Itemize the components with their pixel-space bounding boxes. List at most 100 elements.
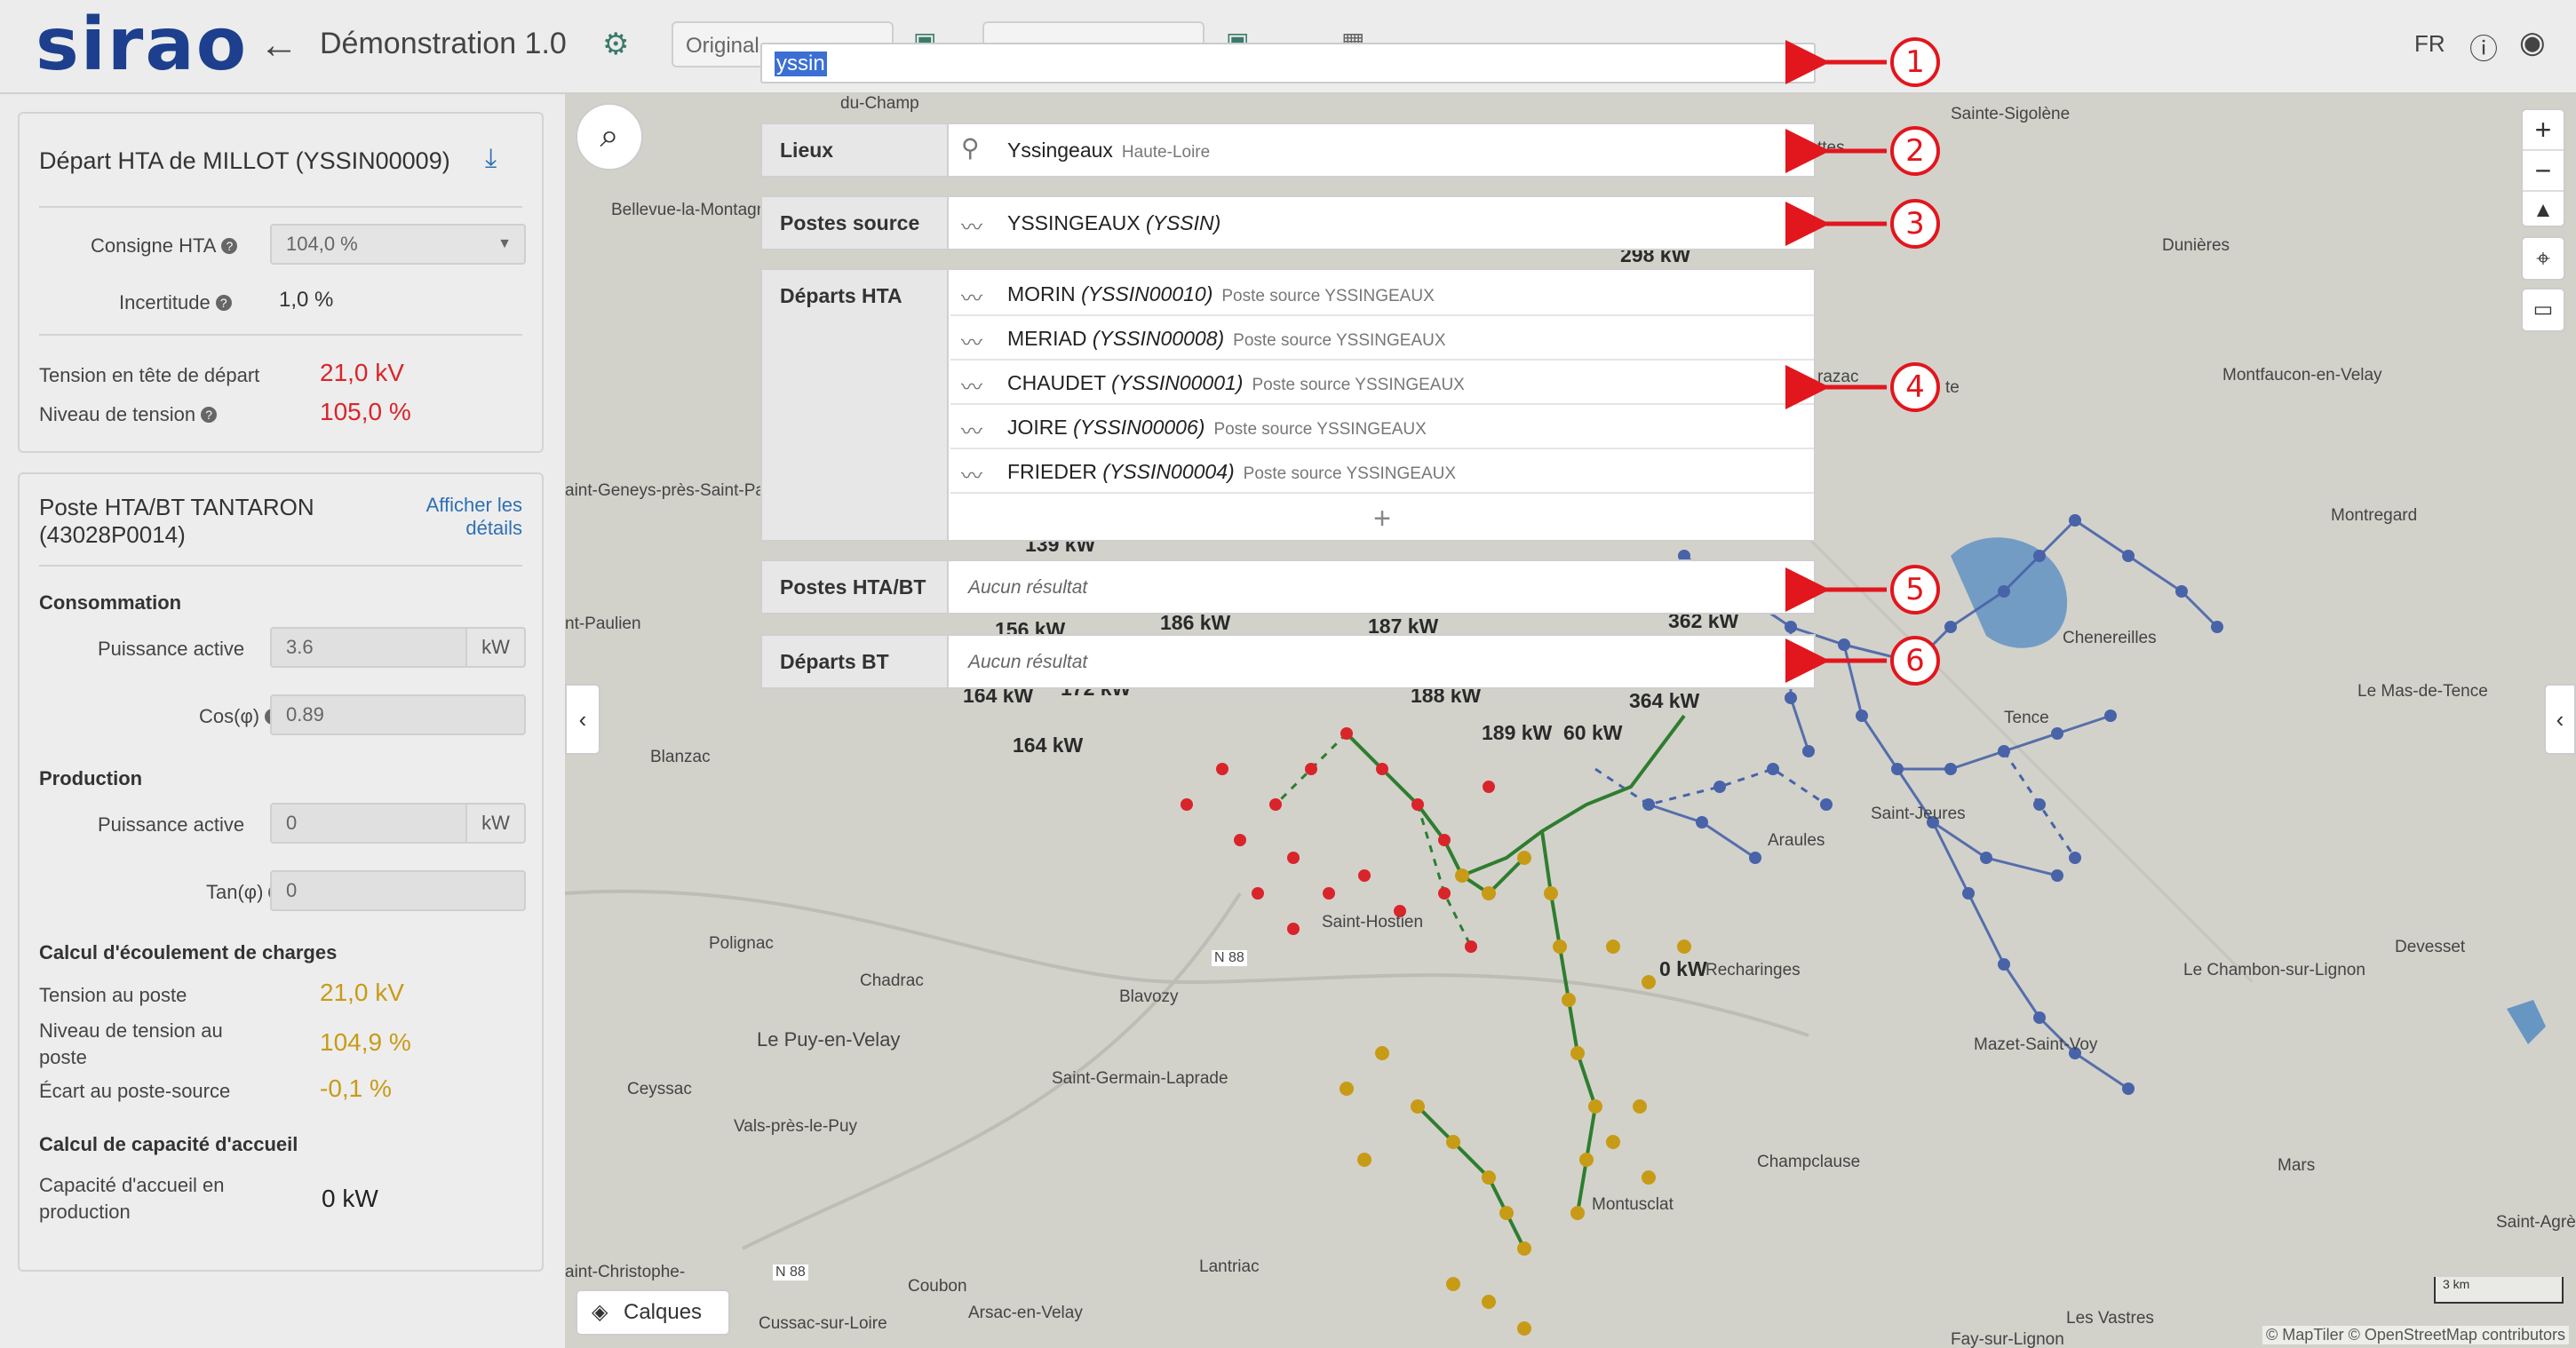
- results-departs-hta: Départs HTA 〰 MORIN (YSSIN00010) Poste so…: [760, 268, 1816, 542]
- result-name: YSSINGEAUX (YSSIN): [1007, 211, 1221, 234]
- line-icon: 〰: [961, 331, 982, 355]
- result-item[interactable]: 〰 JOIRE (YSSIN00006) Poste source YSSINGE…: [950, 405, 1814, 449]
- place-label: Champclause: [1757, 1153, 1861, 1171]
- search-query[interactable]: yssin: [775, 52, 827, 76]
- callout-2: 2: [1890, 126, 1940, 176]
- group-label: Postes HTA/BT: [762, 561, 949, 613]
- results-lieux: Lieux ⚲ Yssingeaux Haute-Loire: [760, 123, 1816, 178]
- niveau-poste-label: Niveau de tension au poste: [39, 1019, 223, 1068]
- place-label: Mazet-Saint-Voy: [1974, 1035, 2098, 1054]
- user-account-icon[interactable]: ◉: [2519, 25, 2546, 60]
- place-label: Montusclat: [1592, 1195, 1674, 1214]
- road-label: N 88: [773, 1265, 808, 1281]
- ecoulement-heading: Calcul d'écoulement de charges: [39, 941, 338, 963]
- help-icon[interactable]: ⓘ: [2469, 27, 2498, 67]
- place-label: Les Vastres: [2066, 1309, 2154, 1328]
- unit-kw: kW: [465, 627, 526, 668]
- divider: [39, 565, 522, 567]
- search-icon[interactable]: ⌕: [1785, 46, 1801, 80]
- power-label: 60 kW: [1563, 721, 1623, 744]
- left-sidebar: Départ HTA de MILLOT (YSSIN00009) ⤓ Cons…: [0, 94, 565, 1348]
- tension-value: 21,0 kV: [320, 359, 404, 386]
- back-arrow-icon[interactable]: ←: [259, 23, 298, 67]
- niveau-poste-value: 104,9 %: [320, 1028, 411, 1056]
- ecart-value: -0,1 %: [320, 1074, 392, 1102]
- consommation-heading: Consommation: [39, 591, 182, 614]
- place-label: Saint-Jeures: [1871, 805, 1966, 823]
- result-item[interactable]: 〰 MORIN (YSSIN00010) Poste source YSSINGE…: [950, 272, 1814, 316]
- add-layer-icon: +: [634, 1343, 647, 1348]
- compass-icon[interactable]: ▲: [2523, 190, 2564, 229]
- place-label: Araules: [1768, 831, 1825, 850]
- line-icon: 〰: [961, 464, 982, 488]
- results-departs-bt: Départs BT Aucun résultat: [760, 634, 1816, 689]
- help-icon[interactable]: ?: [221, 238, 238, 254]
- capacite-label: Capacité d'accueil en production: [39, 1174, 225, 1223]
- collapse-sidebar-button[interactable]: ‹: [565, 684, 600, 755]
- layers-icon: ◈: [592, 1300, 608, 1324]
- callout-1: 1: [1890, 37, 1940, 87]
- result-item[interactable]: ⚲ Yssingeaux Haute-Loire: [950, 128, 1814, 172]
- no-result-text: Aucun résultat: [968, 577, 1088, 598]
- language-selector[interactable]: FR: [2414, 30, 2445, 58]
- prod-puissance-label: Puissance active: [98, 813, 245, 836]
- place-label: Saint-Hostien: [1322, 913, 1424, 932]
- group-label: Postes source: [762, 197, 949, 249]
- download-icon[interactable]: ⤓: [485, 144, 497, 174]
- depart-title: Départ HTA de MILLOT (YSSIN00009): [39, 147, 450, 174]
- layers-label: Calques: [624, 1300, 703, 1324]
- network-icon[interactable]: ⚙: [602, 27, 629, 62]
- place-label: Chadrac: [860, 971, 924, 990]
- group-label: Départs HTA: [762, 270, 949, 540]
- place-label: Recharinges: [1705, 961, 1801, 979]
- measure-icon[interactable]: ▭: [2521, 288, 2565, 332]
- help-icon[interactable]: ?: [215, 295, 232, 311]
- capacite-value: 0 kW: [322, 1185, 378, 1212]
- tension-poste-value: 21,0 kV: [320, 979, 404, 1006]
- place-label: Montregard: [2331, 506, 2418, 525]
- expand-panel-button[interactable]: ‹: [2544, 684, 2576, 755]
- poste-title: Poste HTA/BT TANTARON (43028P0014): [39, 494, 314, 548]
- puissance-active-input[interactable]: 3.6: [270, 627, 467, 668]
- power-label: 0 kW: [1659, 957, 1707, 980]
- result-item[interactable]: 〰 FRIEDER (YSSIN00004) Poste source YSSIN…: [950, 449, 1814, 494]
- group-label: Départs BT: [762, 636, 949, 687]
- search-icon[interactable]: ⌕: [576, 103, 643, 170]
- result-item[interactable]: 〰 CHAUDET (YSSIN00001) Poste source YSSIN…: [950, 361, 1814, 405]
- zoom-in-button[interactable]: +: [2523, 110, 2564, 149]
- cos-input[interactable]: 0.89: [270, 694, 526, 735]
- prod-puissance-input[interactable]: 0: [270, 803, 467, 844]
- line-icon: 〰: [961, 420, 982, 444]
- callout-4: 4: [1890, 362, 1940, 412]
- callout-5: 5: [1890, 565, 1940, 615]
- location-pin-icon: ⚲: [961, 134, 980, 162]
- place-label: aint-Christophe-: [565, 1263, 686, 1281]
- place-label: Arsac-en-Velay: [968, 1304, 1083, 1322]
- place-label: Le Chambon-sur-Lignon: [2183, 961, 2365, 979]
- result-item[interactable]: 〰 YSSINGEAUX (YSSIN): [950, 201, 1814, 245]
- place-label: Coubon: [908, 1277, 967, 1296]
- zoom-out-button[interactable]: −: [2523, 149, 2564, 190]
- geolocate-icon[interactable]: ⌖: [2521, 236, 2565, 281]
- consigne-select[interactable]: 104,0 % ▼: [270, 224, 526, 265]
- place-label: Cussac-sur-Loire: [759, 1314, 887, 1333]
- line-icon: 〰: [961, 376, 982, 400]
- tan-input[interactable]: 0: [270, 870, 526, 911]
- results-postes-hta-bt: Postes HTA/BT Aucun résultat: [760, 559, 1816, 615]
- layers-button[interactable]: ◈ Calques +: [576, 1289, 730, 1348]
- place-label: Mars: [2278, 1156, 2316, 1175]
- details-link[interactable]: Afficher les détails: [426, 494, 522, 540]
- place-label: Bellevue-la-Montagne: [611, 201, 775, 219]
- callout-3: 3: [1890, 199, 1940, 249]
- power-label: 186 kW: [1160, 611, 1231, 634]
- search-input[interactable]: yssin ⌕: [760, 43, 1816, 83]
- tension-poste-label: Tension au poste: [39, 984, 187, 1006]
- sirao-logo[interactable]: sirao: [36, 5, 248, 85]
- line-icon: 〰: [961, 216, 982, 240]
- niveau-value: 105,0 %: [320, 398, 411, 425]
- help-icon[interactable]: ?: [201, 407, 218, 423]
- production-heading: Production: [39, 767, 143, 789]
- show-more-button[interactable]: +: [950, 497, 1814, 540]
- result-item[interactable]: 〰 MERIAD (YSSIN00008) Poste source YSSING…: [950, 316, 1814, 361]
- cos-label: Cos(φ)?: [199, 705, 282, 728]
